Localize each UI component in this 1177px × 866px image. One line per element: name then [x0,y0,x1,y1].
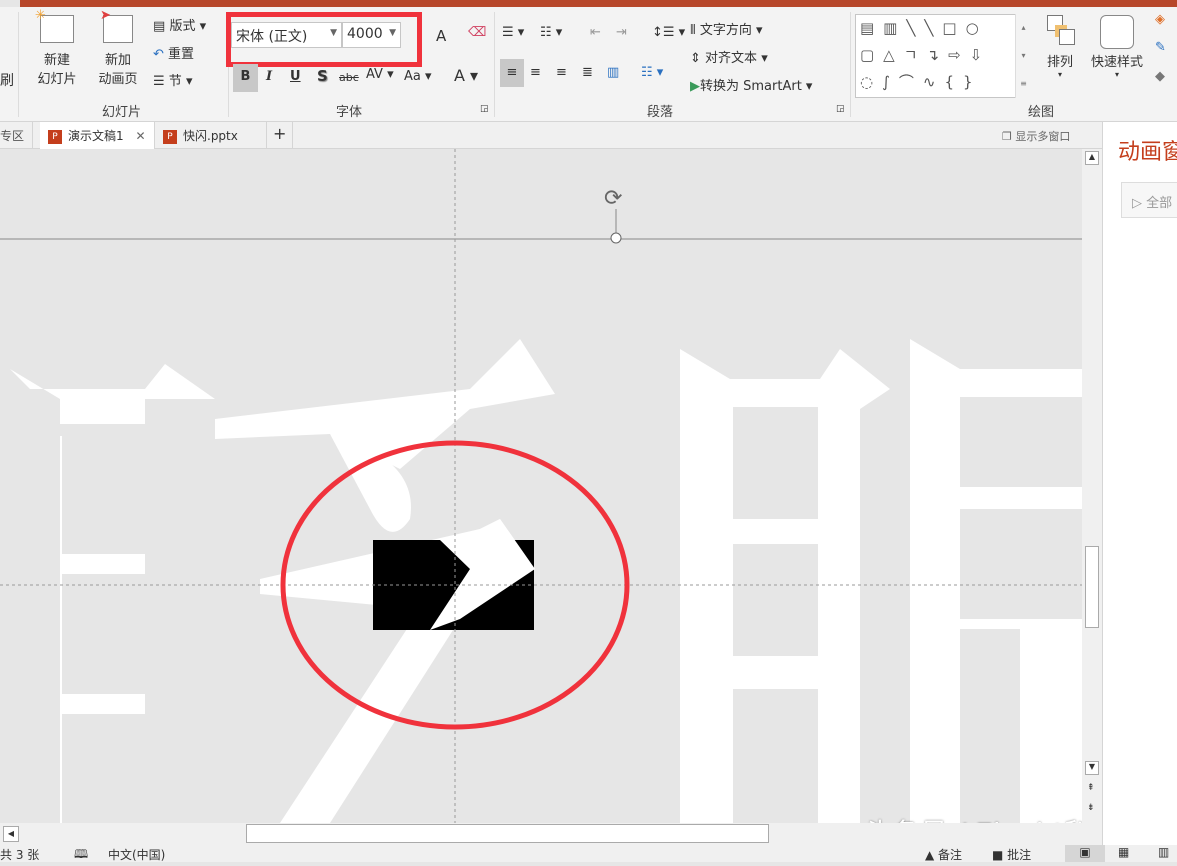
title-bar [20,0,1177,7]
new-tab-button[interactable]: + [267,122,293,149]
play-all-button[interactable]: ▷ 全部 [1121,182,1177,218]
text-direction-button[interactable]: ⦀ 文字方向 ▾ [690,19,763,38]
format-painter-partial[interactable]: 刷 [0,70,14,90]
ppt-file-icon: P [163,130,177,144]
justify-button[interactable]: ≣ [582,65,593,80]
language-status[interactable]: 中文(中国) [108,846,165,863]
reset-button[interactable]: ↶ 重置 [153,43,194,62]
comments-button[interactable]: ■ 批注 [992,846,1031,863]
new-anim-page-icon: ➤ [103,15,133,43]
tab-kuaishan[interactable]: P快闪.pptx [155,122,267,149]
large-text-glyphs [10,339,1082,823]
font-color-button[interactable]: A ▾ [454,66,478,85]
strikethrough-button[interactable]: abc [339,71,359,84]
horizontal-scroll-thumb[interactable] [246,824,769,843]
increase-indent-button[interactable]: ⇥ [616,25,627,40]
smartart-icon: ▶ [690,79,700,94]
shape-effects-icon[interactable]: ◆ [1155,69,1165,84]
highlight-box [226,12,422,67]
paragraph-dialog-launcher-icon[interactable]: ◲ [836,104,845,114]
status-bar: 共 3 张 🕮 中文(中国) ▲ 备注 ■ 批注 ▣ ▦ ▥ [0,845,1177,862]
align-right-button[interactable]: ≡ [556,65,567,80]
document-tabs: 专区 P演示文稿1 ✕ P快闪.pptx + ❐ 显示多窗口 [0,122,1102,149]
ribbon: 刷 ✳ 新建 幻灯片 ➤ 新加 动画页 ▤ 版式 ▾ ↶ 重置 ☰ 节 ▾ 幻灯… [0,7,1177,122]
animation-pane-title: 动画窗格 [1118,134,1177,166]
slide-canvas[interactable]: ⟳ [0,149,1082,823]
columns-button[interactable]: ☷ ▾ [641,65,663,80]
multi-window-button[interactable]: ❐ 显示多窗口 [1002,128,1070,144]
drawing-group-label: 绘图 [1028,101,1054,120]
align-text-icon: ⇕ [690,51,701,66]
arrange-button[interactable]: 排列▾ [1040,15,1080,79]
shape-outline-icon[interactable]: ✎ [1155,40,1166,55]
shape-fill-icon[interactable]: ◈ [1155,12,1165,27]
new-slide-button[interactable]: ✳ 新建 幻灯片 [28,15,86,87]
slide-content: ⟳ [0,149,1082,823]
numbering-button[interactable]: ☷ ▾ [540,25,562,40]
prev-slide-icon[interactable]: ⇞ [1087,783,1095,793]
reset-icon: ↶ [153,47,164,62]
new-animation-page-button[interactable]: ➤ 新加 动画页 [88,15,148,87]
tab-partial[interactable]: 专区 [0,122,33,149]
bold-button[interactable]: B [233,64,258,92]
normal-view-button[interactable]: ▣ [1065,845,1105,862]
decrease-indent-button[interactable]: ⇤ [590,25,601,40]
scroll-left-icon[interactable]: ◀ [3,826,19,842]
rotate-handle-icon: ⟳ [604,186,622,211]
notes-button[interactable]: ▲ 备注 [925,846,962,863]
change-case-button[interactable]: Aa ▾ [404,69,432,84]
resize-handle [611,233,621,243]
convert-smartart-button[interactable]: ▶转换为 SmartArt ▾ [690,75,812,94]
paragraph-group-label: 段落 [647,101,673,120]
vertical-scrollbar[interactable]: ▲ ▼ ⇞ ⇟ [1082,149,1102,823]
close-tab-icon[interactable]: ✕ [135,129,145,143]
text-direction-icon: ⦀ [690,23,696,38]
align-left-button[interactable]: ≡ [500,59,524,87]
tab-presentation1[interactable]: P演示文稿1 ✕ [40,122,155,149]
align-text-button[interactable]: ⇕ 对齐文本 ▾ [690,47,768,66]
layout-button[interactable]: ▤ 版式 ▾ [153,15,206,34]
slide-sorter-button[interactable]: ▦ [1118,845,1129,859]
underline-button[interactable]: U [290,69,301,84]
section-icon: ☰ [153,74,165,89]
scroll-down-icon[interactable]: ▼ [1085,761,1099,775]
slide-count: 共 3 张 [0,846,39,863]
font-dialog-launcher-icon[interactable]: ◲ [480,104,489,114]
shapes-gallery[interactable]: ▤▥╲╲□○▢△ㄱ↴⇨⇩◌∫⌒∿{} [855,14,1031,98]
spellcheck-icon[interactable]: 🕮 [74,845,88,866]
quick-styles-icon [1100,15,1134,49]
ppt-file-icon: P [48,130,62,144]
bullets-button[interactable]: ☰ ▾ [502,25,524,40]
animation-pane: 动画窗格 ▷ 全部 [1102,122,1177,845]
italic-button[interactable]: I [266,69,272,84]
section-button[interactable]: ☰ 节 ▾ [153,70,192,89]
line-spacing-button[interactable]: ↕☰ ▾ [652,25,685,40]
vertical-scroll-thumb[interactable] [1085,546,1099,628]
slides-group-label: 幻灯片 [102,101,141,120]
align-center-button[interactable]: ≡ [530,65,541,80]
distribute-button[interactable]: ▥ [607,65,619,80]
clear-format-icon[interactable]: ⌫ [468,25,486,40]
font-group-label: 字体 [336,101,362,120]
shapes-scroll[interactable]: ▴▾≡ [1015,14,1031,98]
scroll-up-icon[interactable]: ▲ [1085,151,1099,165]
char-spacing-button[interactable]: AV ▾ [366,67,394,82]
next-slide-icon[interactable]: ⇟ [1087,803,1095,813]
shadow-button[interactable]: S [317,67,328,85]
arrange-icon [1045,15,1075,47]
layout-icon: ▤ [153,19,165,34]
new-slide-icon: ✳ [40,15,74,43]
reading-view-button[interactable]: ▥ [1158,845,1169,859]
shrink-font-button[interactable]: A [436,27,446,45]
horizontal-scrollbar[interactable]: ◀ [0,823,1102,845]
quick-styles-button[interactable]: 快速样式▾ [1087,15,1147,79]
